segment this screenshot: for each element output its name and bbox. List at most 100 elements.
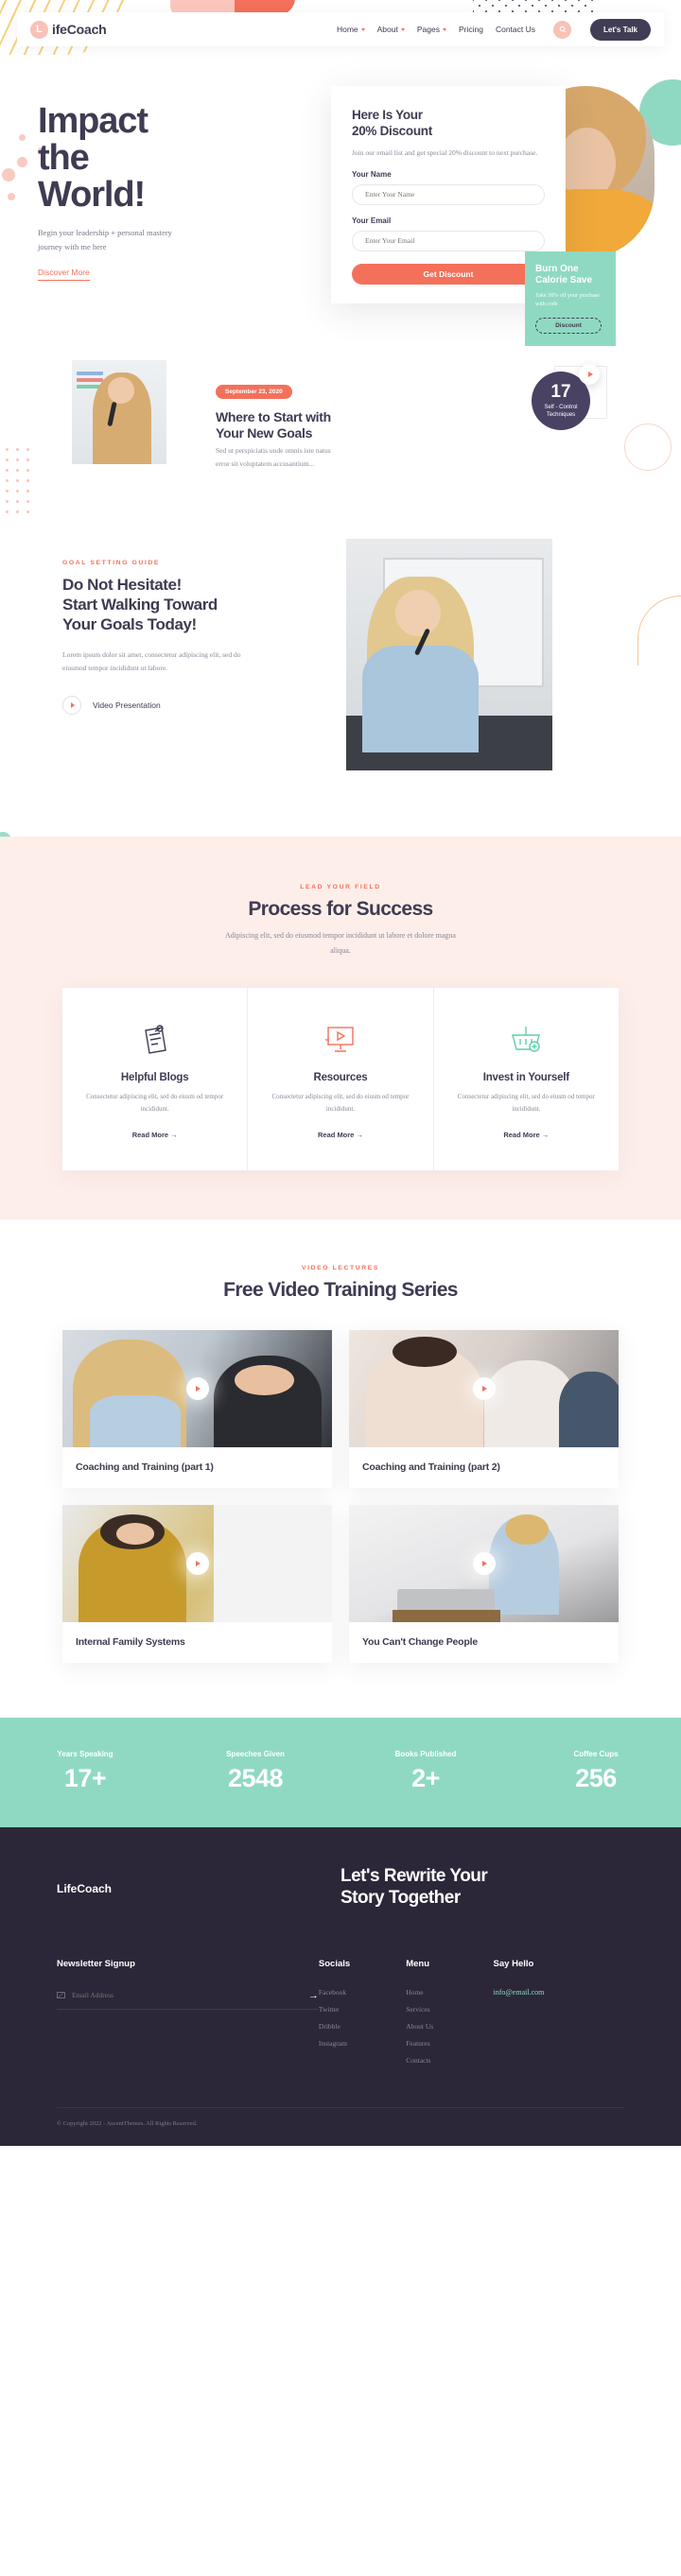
series-title: Free Video Training Series (223, 1278, 458, 1301)
email-field-label: Your Email (352, 216, 392, 225)
social-link-dribble[interactable]: Dribble (319, 2022, 406, 2031)
stat-label: Years Speaking (57, 1749, 114, 1758)
badge-text-line-2: Techniques (546, 411, 576, 418)
process-card-helpful-blogs[interactable]: Helpful Blogs Consectetur adipiscing eli… (62, 988, 247, 1170)
process-heading: LEAD YOUR FIELD Process for Success Adip… (0, 884, 681, 957)
post-excerpt-line-1: Sed ut perspiciatis unde omnis iste natu… (216, 445, 331, 455)
read-more-link[interactable]: Read More → (318, 1131, 363, 1139)
read-more-link[interactable]: Read More → (132, 1131, 178, 1139)
nav-item-home[interactable]: Home (337, 25, 365, 34)
promo-title: Burn One Calorie Save (535, 264, 605, 286)
footer-headline-line-1: Let's Rewrite Your (340, 1865, 488, 1886)
goal-title-line-2: Start Walking Toward (62, 596, 218, 614)
process-description: Adipiscing elit, sed do eiusmod tempor i… (225, 931, 456, 955)
brand-mark-icon: L (30, 20, 48, 39)
video-title: Internal Family Systems (76, 1635, 185, 1648)
card-title: Resources (313, 1071, 368, 1083)
badge-number: 17 (550, 381, 571, 402)
nav-item-contact-us[interactable]: Contact Us (496, 25, 535, 34)
site-footer: LifeCoach Let's Rewrite Your Story Toget… (0, 1826, 681, 2146)
play-icon[interactable] (472, 1551, 496, 1575)
decor-dot-grid-left (2, 444, 34, 520)
contact-email-link[interactable]: info@email.com (494, 1988, 624, 1997)
basket-plus-icon (455, 1020, 598, 1060)
footer-brand[interactable]: LifeCoach (57, 1865, 340, 1910)
video-presentation-link[interactable]: Video Presentation (62, 696, 346, 716)
promo-banner: Burn One Calorie Save Take 50% off your … (525, 251, 616, 346)
envelope-icon (57, 1992, 65, 1999)
nav-label: Pages (416, 25, 440, 34)
newsletter-submit-button[interactable]: → (308, 1990, 319, 2001)
featured-post[interactable]: September 23, 2020 Where to Start with Y… (72, 359, 611, 472)
nav-item-pricing[interactable]: Pricing (459, 25, 483, 34)
promo-code-badge[interactable]: Discount (535, 318, 602, 334)
discount-title-line-2: 20% Discount (352, 124, 432, 139)
process-section: LEAD YOUR FIELD Process for Success Adip… (0, 837, 681, 1219)
discount-title: Here Is Your 20% Discount (352, 107, 545, 140)
process-card-invest-in-yourself[interactable]: Invest in Yourself Consectetur adipiscin… (432, 987, 619, 1170)
play-icon (62, 696, 81, 716)
lets-talk-button[interactable]: Let's Talk (590, 18, 651, 41)
play-icon[interactable] (185, 1551, 209, 1575)
email-input[interactable] (352, 230, 545, 251)
read-more-link[interactable]: Read More → (503, 1131, 549, 1139)
video-card[interactable]: Internal Family Systems (62, 1504, 332, 1663)
menu-link-services[interactable]: Services (406, 2005, 493, 2014)
video-thumbnail (349, 1329, 619, 1447)
footer-contact-column: Say Hello info@email.com (494, 1959, 624, 2073)
discount-title-line-1: Here Is Your (352, 108, 423, 122)
brand-name: ifeCoach (52, 22, 107, 37)
menu-link-home[interactable]: Home (406, 1988, 493, 1997)
goal-title-line-3: Your Goals Today! (62, 614, 197, 633)
notepad-icon (83, 1020, 226, 1060)
stat-value: 17+ (63, 1763, 107, 1792)
menu-list: Home Services About Us Features Contacts (406, 1988, 493, 2065)
nav-item-pages[interactable]: Pages (417, 25, 446, 34)
discover-more-link[interactable]: Discover More (38, 268, 90, 281)
post-badge-area: 17 Self - Control Techniques (507, 360, 611, 472)
newsletter-email-input[interactable] (72, 1991, 302, 2000)
footer-columns: Newsletter Signup → Socials Facebook Twi… (57, 1959, 624, 2073)
footer-top: LifeCoach Let's Rewrite Your Story Toget… (57, 1865, 624, 1910)
decor-coral-ring (624, 424, 672, 471)
video-card[interactable]: Coaching and Training (part 1) (62, 1329, 332, 1488)
hero-visual: Here Is Your 20% Discount Join our email… (331, 86, 655, 346)
stat-value: 256 (575, 1763, 617, 1792)
search-icon[interactable] (553, 20, 571, 39)
page-root: L ifeCoach Home About Pages Pricing Cont… (0, 0, 681, 2146)
post-title-line-1: Where to Start with (216, 408, 331, 424)
goal-copy: GOAL SETTING GUIDE Do Not Hesitate! Star… (62, 539, 346, 716)
name-input[interactable] (352, 183, 545, 205)
chevron-down-icon (360, 27, 365, 31)
goal-eyebrow: GOAL SETTING GUIDE (62, 560, 161, 567)
hero-title-line-2: the (38, 137, 90, 178)
post-title-line-2: Your New Goals (216, 425, 313, 441)
promo-title-line-2: Calorie Save (535, 275, 593, 285)
card-description: Consectetur adipiscing elit, sed do eius… (86, 1092, 224, 1113)
process-title: Process for Success (248, 898, 433, 921)
menu-link-features[interactable]: Features (406, 2039, 493, 2048)
get-discount-button[interactable]: Get Discount (352, 263, 545, 285)
card-description: Consectetur adipiscing elit, sed do eius… (457, 1092, 595, 1113)
video-thumbnail (349, 1504, 619, 1622)
goal-title-line-1: Do Not Hesitate! (62, 576, 182, 595)
play-icon[interactable] (185, 1376, 209, 1400)
menu-link-contacts[interactable]: Contacts (406, 2056, 493, 2065)
video-thumbnail (62, 1504, 332, 1622)
brand-logo[interactable]: L ifeCoach (30, 20, 107, 39)
play-icon[interactable] (472, 1376, 496, 1400)
social-link-facebook[interactable]: Facebook (319, 1988, 406, 1997)
video-card[interactable]: Coaching and Training (part 2) (349, 1329, 619, 1488)
social-link-instagram[interactable]: Instagram (319, 2039, 406, 2048)
badge-text-line-1: Self - Control (544, 404, 578, 410)
social-link-twitter[interactable]: Twitter (319, 2005, 406, 2014)
process-card-resources[interactable]: Resources Consectetur adipiscing elit, s… (247, 987, 432, 1170)
play-icon[interactable] (579, 363, 600, 385)
stat-value: 2+ (411, 1763, 440, 1792)
menu-link-about-us[interactable]: About Us (406, 2022, 493, 2031)
video-card[interactable]: You Can't Change People (349, 1504, 619, 1663)
newsletter-form: → (57, 1990, 319, 2010)
nav-item-about[interactable]: About (377, 25, 405, 34)
chevron-down-icon (442, 27, 446, 31)
card-description: Consectetur adipiscing elit, sed do eius… (271, 1092, 410, 1113)
